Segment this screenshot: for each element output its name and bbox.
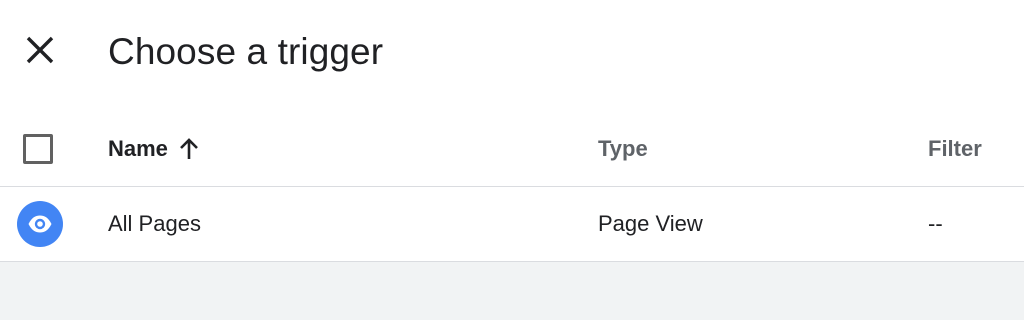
page-title: Choose a trigger xyxy=(108,31,384,72)
close-button[interactable] xyxy=(20,30,60,70)
eye-icon xyxy=(28,215,52,233)
select-all-checkbox[interactable] xyxy=(23,134,53,164)
column-header-name-label: Name xyxy=(108,136,168,161)
trigger-name[interactable]: All Pages xyxy=(108,210,201,238)
panel-header: Choose a trigger xyxy=(0,0,1024,104)
table-header-row: Name Type Filter xyxy=(0,112,1024,187)
close-icon xyxy=(26,36,54,64)
arrow-up-icon xyxy=(178,137,200,167)
column-header-type[interactable]: Type xyxy=(598,136,648,162)
column-header-filter[interactable]: Filter xyxy=(928,136,982,162)
trigger-filter: -- xyxy=(928,211,943,236)
column-header-name[interactable]: Name xyxy=(108,136,200,167)
trigger-type-badge xyxy=(17,201,63,247)
trigger-type: Page View xyxy=(598,211,703,236)
table-row[interactable]: All Pages Page View -- xyxy=(0,187,1024,261)
trigger-chooser-panel: Choose a trigger Name Type Filter All Pa… xyxy=(0,0,1024,262)
